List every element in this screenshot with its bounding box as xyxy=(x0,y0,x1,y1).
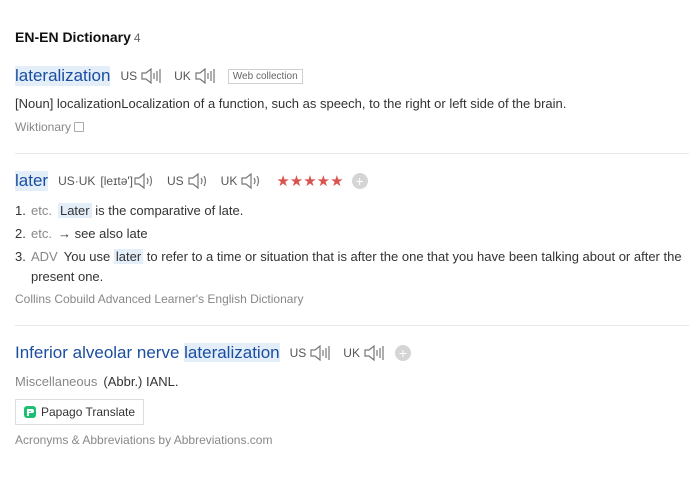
speaker-icon[interactable] xyxy=(133,172,157,190)
speaker-icon[interactable] xyxy=(363,344,387,362)
sense-number: 1. xyxy=(15,203,26,218)
sense-text-pre: You use xyxy=(63,249,111,264)
headword-highlight: lateralization xyxy=(184,343,280,362)
misc-label: Miscellaneous xyxy=(15,374,98,389)
star-rating: ★★★★★ xyxy=(276,173,344,190)
pronunciation-uk[interactable]: UK xyxy=(343,344,387,362)
source-name[interactable]: Collins Cobuild Advanced Learner's Engli… xyxy=(15,292,689,306)
section-title-text: EN-EN Dictionary xyxy=(15,29,131,45)
entry-lateralization: lateralization US UK Web collection [Nou… xyxy=(15,66,689,134)
entry-later: later US·UK [leɪtə'] US UK ★★★★★ + 1. et… xyxy=(15,171,689,306)
headword-link[interactable]: later xyxy=(15,171,49,191)
pron-us-label: US xyxy=(289,346,307,360)
pron-uk-label: UK xyxy=(343,346,360,360)
list-item: 3. ADV You use later to refer to a time o… xyxy=(15,247,689,287)
plus-icon[interactable]: + xyxy=(351,173,368,189)
list-item: 2. etc. → see also late xyxy=(15,224,689,244)
part-of-speech: ADV xyxy=(31,249,58,264)
speaker-icon[interactable] xyxy=(187,172,211,190)
source-name[interactable]: Wiktionary xyxy=(15,120,71,134)
part-of-speech: etc. xyxy=(31,203,52,218)
web-collection-badge: Web collection xyxy=(227,68,303,84)
definition-line: Miscellaneous (Abbr.) IANL. xyxy=(15,374,689,389)
pron-usuk-label: US·UK xyxy=(58,174,96,188)
headword-text: Inferior alveolar nerve xyxy=(15,343,180,362)
sense-number: 3. xyxy=(15,249,26,264)
papago-icon xyxy=(24,406,36,418)
pronunciation-us[interactable]: US xyxy=(120,67,164,85)
speaker-icon[interactable] xyxy=(140,67,164,85)
papago-row: Papago Translate xyxy=(15,399,689,425)
divider xyxy=(15,153,689,154)
plus-icon[interactable]: + xyxy=(394,345,411,361)
part-of-speech: etc. xyxy=(31,226,52,241)
pronunciation-us[interactable]: US xyxy=(290,344,334,362)
pronunciation-usuk[interactable]: US·UK [leɪtə'] xyxy=(58,172,157,190)
headword-link[interactable]: Inferior alveolar nerve lateralization xyxy=(15,343,280,363)
speaker-icon[interactable] xyxy=(194,67,218,85)
pronunciation-uk[interactable]: UK xyxy=(174,67,218,85)
pron-uk-label: UK xyxy=(220,174,238,188)
entry-count: 4 xyxy=(133,31,141,45)
sense-list: 1. etc. Later is the comparative of late.… xyxy=(15,201,689,287)
highlighted-word: later xyxy=(113,249,144,264)
pronunciation-us[interactable]: US xyxy=(167,172,211,190)
speaker-icon[interactable] xyxy=(309,344,333,362)
copy-icon[interactable] xyxy=(74,122,85,132)
papago-label: Papago Translate xyxy=(41,405,136,419)
source-name[interactable]: Acronyms & Abbreviations by Abbreviation… xyxy=(15,433,689,447)
highlighted-word: Later xyxy=(57,203,92,218)
pronunciation-uk[interactable]: UK xyxy=(221,172,265,190)
headword-link[interactable]: lateralization xyxy=(15,66,111,86)
definition: [Noun] localizationLocalization of a fun… xyxy=(15,96,567,111)
pron-uk-label: UK xyxy=(174,69,191,83)
section-title: EN-EN Dictionary 4 xyxy=(15,29,141,45)
speaker-icon[interactable] xyxy=(240,172,264,190)
source-line: Wiktionary xyxy=(15,120,689,134)
sense-number: 2. xyxy=(15,226,26,241)
definition: (Abbr.) IANL. xyxy=(103,374,179,389)
pron-us-label: US xyxy=(120,69,138,83)
pron-us-label: US xyxy=(167,174,184,188)
sense-text[interactable]: → see also late xyxy=(58,226,148,241)
entry-ianl: Inferior alveolar nerve lateralization U… xyxy=(15,343,689,447)
list-item: 1. etc. Later is the comparative of late. xyxy=(15,201,689,221)
ipa-text: [leɪtə'] xyxy=(100,174,133,188)
divider xyxy=(15,325,689,326)
papago-translate-button[interactable]: Papago Translate xyxy=(15,399,145,425)
sense-text: is the comparative of late. xyxy=(95,203,244,218)
